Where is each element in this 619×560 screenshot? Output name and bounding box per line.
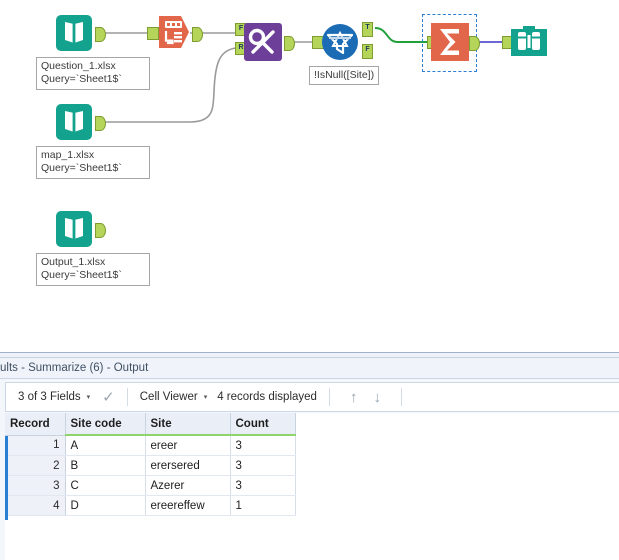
output-anchor[interactable] — [95, 27, 106, 42]
cell-site-code[interactable]: C — [65, 475, 146, 496]
cell-site[interactable]: Azerer — [145, 475, 231, 496]
input-data-label-output: Output_1.xlsx Query=`Sheet1$` — [36, 253, 150, 286]
output-anchor-t[interactable]: T — [362, 22, 373, 37]
input-data-tool-output[interactable] — [54, 209, 94, 249]
output-anchor[interactable] — [469, 36, 480, 51]
table-row[interactable]: 3 C Azerer 3 — [5, 475, 296, 496]
toolbar-divider — [328, 388, 330, 406]
results-table: Record Site code Site Count 1 Aereer 3 2 Ber… — [5, 413, 296, 516]
workflow-canvas[interactable]: Question_1.xlsx Query=`Sheet1$` F R T F … — [0, 0, 619, 352]
arrow-up-icon[interactable]: ↑ — [350, 390, 358, 405]
input-data-label: Question_1.xlsx Query=`Sheet1$` — [36, 57, 150, 90]
table-row[interactable]: 1 Aereer 3 — [5, 435, 296, 456]
summarize-icon — [431, 23, 469, 61]
chevron-down-icon[interactable]: ▾ — [87, 393, 91, 401]
checkmark-icon[interactable]: ✓ — [102, 390, 115, 405]
filter-expression-label: !IsNull([Site]) — [309, 66, 380, 85]
toolbar-divider — [126, 388, 128, 406]
cell-site[interactable]: ereer — [145, 435, 231, 456]
input-data-label-map: map_1.xlsx Query=`Sheet1$` — [36, 146, 150, 179]
select-tool[interactable] — [155, 12, 195, 52]
results-panel-title: ults - Summarize (6) - Output — [0, 358, 619, 378]
cell-count[interactable]: 3 — [230, 435, 296, 456]
cell-site-code[interactable]: D — [65, 495, 146, 516]
cell-record[interactable]: 1 — [5, 435, 66, 456]
fields-selector[interactable]: 3 of 3 Fields ▾ — [18, 391, 90, 403]
browse-tool[interactable] — [509, 21, 549, 61]
browse-binoculars-icon — [511, 26, 547, 56]
cell-count[interactable]: 3 — [230, 455, 296, 476]
chevron-down-icon[interactable]: ▾ — [204, 393, 208, 401]
filter-icon — [322, 24, 358, 60]
input-data-tool[interactable] — [54, 13, 94, 53]
column-header-site[interactable]: Site — [145, 413, 231, 436]
output-anchor-f[interactable]: F — [362, 44, 373, 59]
panel-left-edge — [0, 413, 4, 560]
records-displayed-label: 4 records displayed — [217, 391, 317, 403]
column-header-record[interactable]: Record — [5, 413, 66, 436]
table-header-row: Record Site code Site Count — [5, 413, 296, 436]
output-anchor[interactable] — [192, 27, 203, 42]
toolbar-divider — [400, 388, 402, 406]
cell-record[interactable]: 2 — [5, 455, 66, 476]
select-icon — [159, 16, 189, 48]
title-separator — [0, 378, 619, 379]
cell-count[interactable]: 1 — [230, 495, 296, 516]
input-data-tool-map[interactable] — [54, 102, 94, 142]
find-replace-tool[interactable] — [243, 22, 283, 62]
input-book-icon — [56, 211, 92, 247]
cell-site[interactable]: erersered — [145, 455, 231, 476]
output-anchor[interactable] — [95, 116, 106, 131]
input-book-icon — [56, 15, 92, 51]
summarize-tool[interactable] — [430, 22, 470, 62]
column-header-site-code[interactable]: Site code — [65, 413, 146, 436]
cell-site-code[interactable]: B — [65, 455, 146, 476]
cell-site-code[interactable]: A — [65, 435, 146, 456]
fields-label: 3 of 3 Fields — [18, 391, 81, 403]
results-panel: ults - Summarize (6) - Output 3 of 3 Fie… — [0, 352, 619, 560]
output-anchor[interactable] — [284, 36, 295, 51]
cell-count[interactable]: 3 — [230, 475, 296, 496]
cell-record[interactable]: 3 — [5, 475, 66, 496]
find-replace-icon — [244, 23, 282, 61]
results-grid[interactable]: Record Site code Site Count 1 Aereer 3 2 Ber… — [5, 413, 619, 560]
arrow-down-icon[interactable]: ↓ — [373, 390, 381, 405]
column-header-count[interactable]: Count — [230, 413, 296, 436]
input-book-icon — [56, 104, 92, 140]
results-toolbar: 3 of 3 Fields ▾ ✓ Cell Viewer ▾ 4 record… — [5, 382, 619, 412]
output-anchor[interactable] — [95, 223, 106, 238]
cell-record[interactable]: 4 — [5, 495, 66, 516]
cell-viewer-selector[interactable]: Cell Viewer ▾ — [140, 391, 207, 403]
filter-tool[interactable] — [320, 22, 360, 62]
cell-site[interactable]: ereereffew — [145, 495, 231, 516]
cell-viewer-label: Cell Viewer — [139, 391, 198, 403]
table-row[interactable]: 4 Dereereffew 1 — [5, 495, 296, 516]
row-selection-indicator — [5, 436, 8, 520]
table-row[interactable]: 2 Berersered 3 — [5, 455, 296, 476]
